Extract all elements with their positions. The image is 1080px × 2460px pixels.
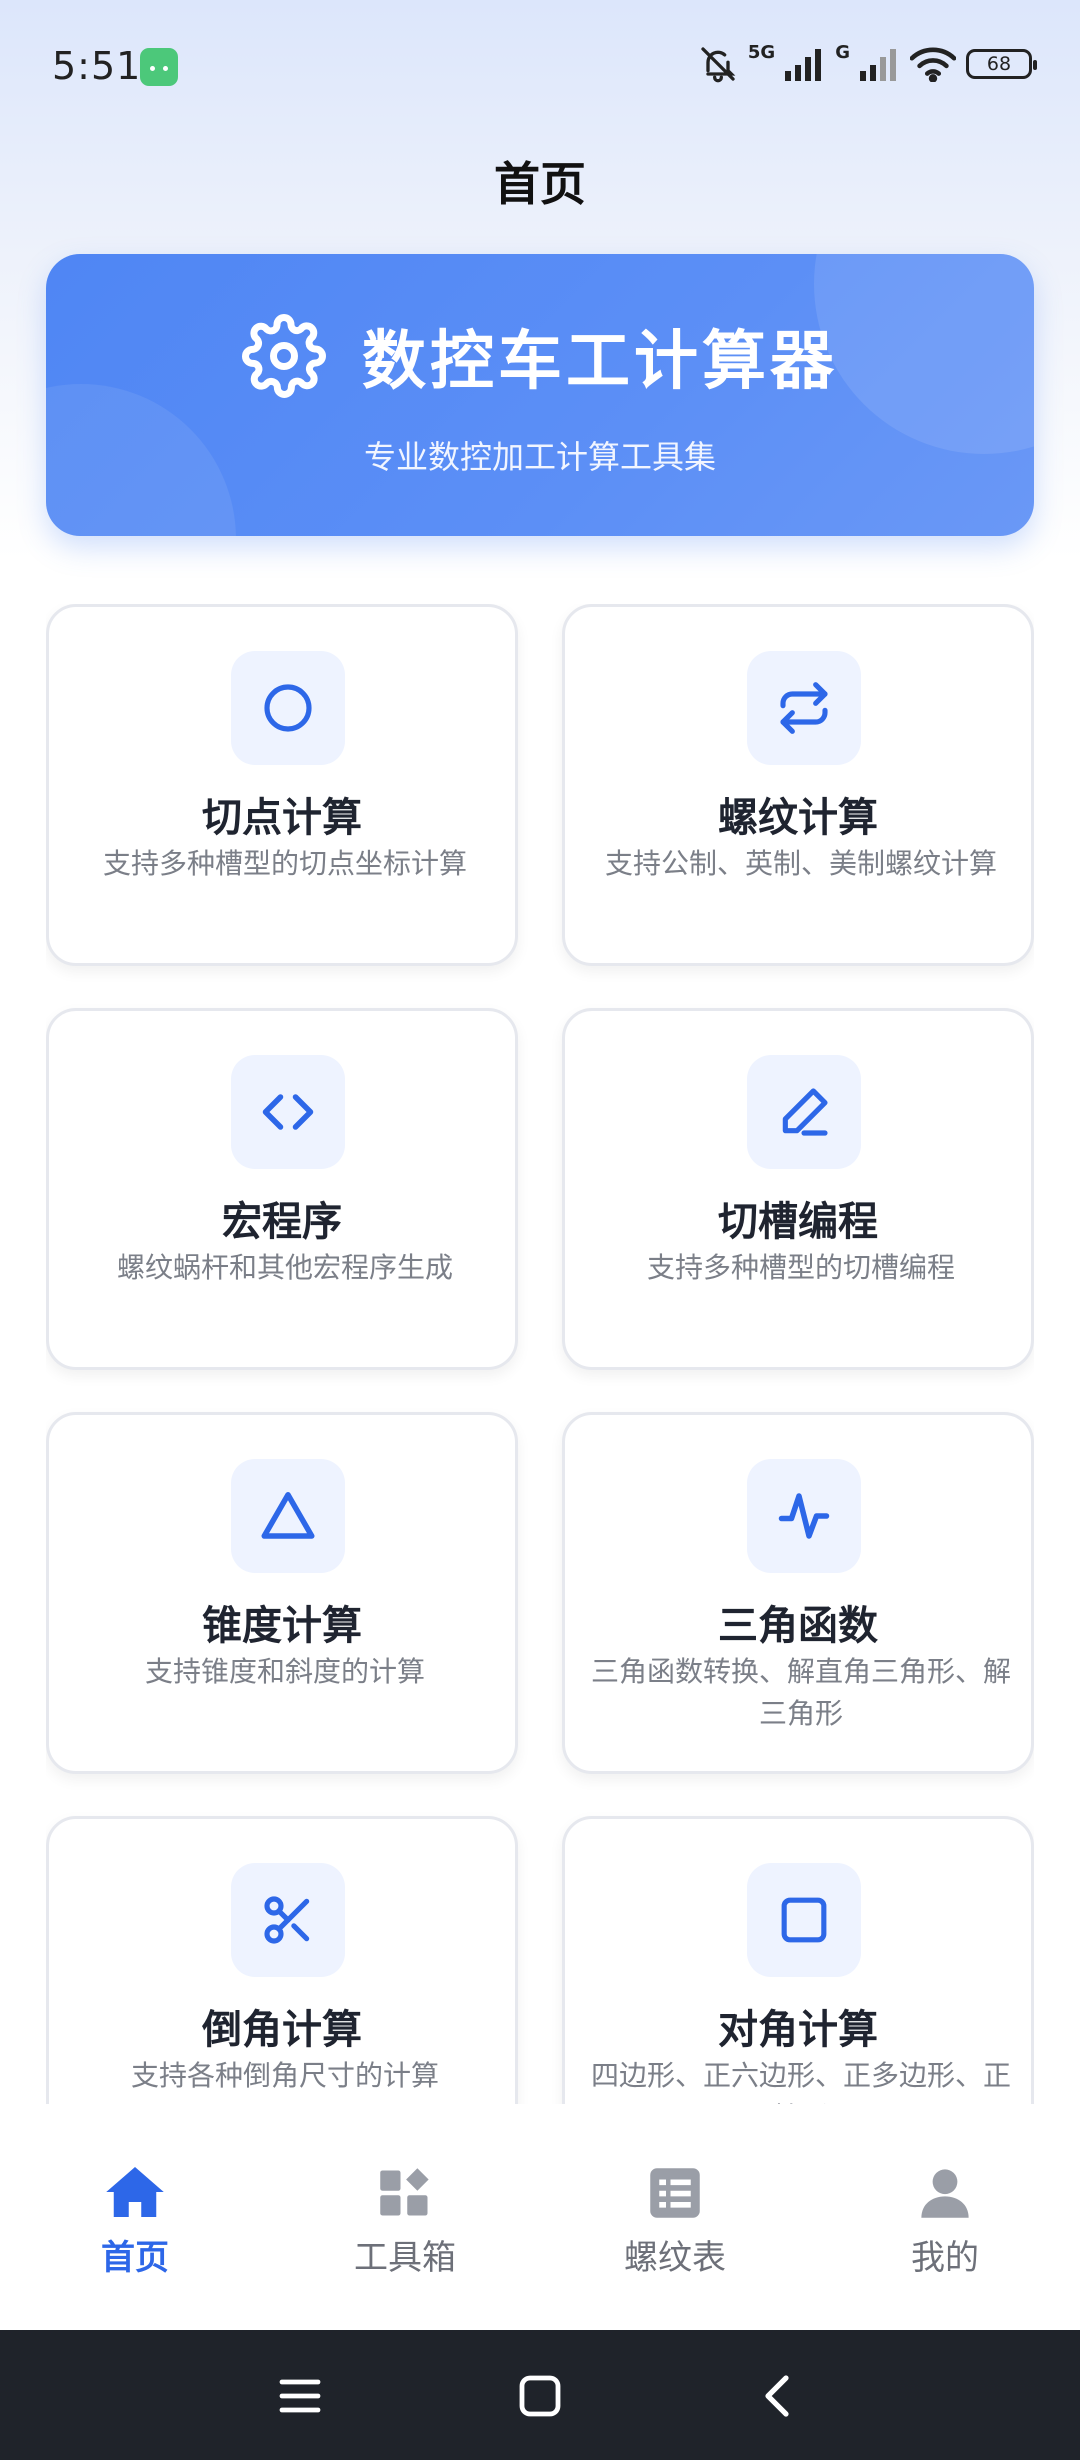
card-title: 切点计算 <box>202 795 362 841</box>
card-desc: 支持公制、英制、美制螺纹计算 <box>604 847 997 880</box>
system-nav-bar <box>0 2330 1080 2460</box>
tab-icon <box>305 2158 505 2220</box>
network-g-label: G <box>835 41 850 63</box>
code-icon <box>262 1094 314 1130</box>
gear-icon <box>242 314 326 398</box>
repeat-arrows-icon <box>780 682 828 734</box>
square-icon <box>781 1897 827 1943</box>
card-icon-box <box>231 651 345 765</box>
card-desc: 支持多种槽型的切槽编程 <box>646 1251 955 1284</box>
tab-icon <box>845 2158 1045 2220</box>
scissors-icon <box>264 1896 310 1944</box>
tab-icon <box>575 2158 775 2220</box>
android-icon <box>140 48 178 86</box>
signal-icon <box>785 49 822 81</box>
back-icon <box>765 2375 789 2417</box>
card-icon-box <box>231 1055 345 1169</box>
card-title: 切槽编程 <box>718 1199 878 1245</box>
list-icon <box>650 2168 700 2218</box>
triangle-icon <box>261 1492 315 1539</box>
bell-muted-icon <box>701 47 736 83</box>
tab-mine[interactable]: 我的 <box>845 2158 1045 2279</box>
status-bar: 5:51 5G G 68 <box>0 0 1080 130</box>
banner-head: 数控车工计算器 <box>46 310 1034 402</box>
card-diagonal-calc[interactable]: 对角计算 四边形、正六边形、正多边形、正棱形 <box>562 1816 1034 2104</box>
menu-icon <box>279 2379 321 2413</box>
circle-icon <box>264 684 312 732</box>
banner-subtitle: 专业数控加工计算工具集 <box>363 438 716 476</box>
tab-label: 我的 <box>911 2238 979 2278</box>
card-title: 对角计算 <box>718 2007 878 2053</box>
card-macro-program[interactable]: 宏程序 螺纹蜗杆和其他宏程序生成 <box>46 1008 518 1370</box>
nav-menu-button[interactable] <box>270 2366 330 2426</box>
tab-label: 螺纹表 <box>624 2238 726 2278</box>
card-tangent-point[interactable]: 切点计算 支持多种槽型的切点坐标计算 <box>46 604 518 966</box>
card-desc: 支持锥度和斜度的计算 <box>144 1655 425 1688</box>
card-trig-functions[interactable]: 三角函数 三角函数转换、解直角三角形、解三角形 <box>562 1412 1034 1774</box>
battery-indicator: 68 <box>966 49 1037 79</box>
card-desc: 支持各种倒角尺寸的计算 <box>130 2059 439 2092</box>
card-icon-box <box>231 1863 345 1977</box>
nav-back-button[interactable] <box>748 2366 808 2426</box>
bottom-tab-bar: 首页 工具箱 螺纹表 我的 <box>0 2104 1080 2330</box>
tab-label: 首页 <box>101 2238 169 2278</box>
card-title: 螺纹计算 <box>718 795 878 841</box>
card-thread-calc[interactable]: 螺纹计算 支持公制、英制、美制螺纹计算 <box>562 604 1034 966</box>
card-icon-box <box>747 1459 861 1573</box>
card-grooving-program[interactable]: 切槽编程 支持多种槽型的切槽编程 <box>562 1008 1034 1370</box>
nav-home-button[interactable] <box>510 2366 570 2426</box>
card-desc: 支持多种槽型的切点坐标计算 <box>102 847 467 880</box>
card-icon-box <box>747 651 861 765</box>
card-icon-box <box>231 1459 345 1573</box>
tab-toolbox[interactable]: 工具箱 <box>305 2158 505 2279</box>
feature-grid: 切点计算 支持多种槽型的切点坐标计算 螺纹计算 支持公制、英制、美制螺纹计算 宏… <box>46 604 1034 2104</box>
tab-thread-table[interactable]: 螺纹表 <box>575 2158 775 2279</box>
card-title: 锥度计算 <box>202 1603 362 1649</box>
card-taper-calc[interactable]: 锥度计算 支持锥度和斜度的计算 <box>46 1412 518 1774</box>
card-title: 三角函数 <box>718 1603 878 1649</box>
home-icon <box>106 2167 164 2217</box>
user-icon <box>921 2169 969 2218</box>
page-title: 首页 <box>494 157 586 211</box>
card-chamfer-calc[interactable]: 倒角计算 支持各种倒角尺寸的计算 <box>46 1816 518 2104</box>
pen-icon <box>782 1088 828 1136</box>
signal-icon-2 <box>860 49 896 81</box>
card-icon-box <box>747 1863 861 1977</box>
card-desc: 螺纹蜗杆和其他宏程序生成 <box>116 1251 453 1284</box>
toolbox-icon <box>380 2168 429 2216</box>
tab-label: 工具箱 <box>354 2238 456 2278</box>
network-5g-label: 5G <box>747 41 776 63</box>
wifi-icon <box>910 47 956 82</box>
app-banner: 数控车工计算器 专业数控加工计算工具集 <box>46 254 1034 536</box>
home-square-icon <box>519 2375 561 2417</box>
banner-title: 数控车工计算器 <box>362 325 838 399</box>
card-title: 宏程序 <box>222 1199 342 1245</box>
card-desc: 三角函数转换、解直角三角形、解三角形 <box>590 1655 1011 1730</box>
status-time: 5:51 <box>52 44 142 88</box>
tab-icon <box>35 2158 235 2220</box>
status-icons: 5G G 68 <box>698 41 1037 86</box>
pulse-icon <box>778 1493 830 1539</box>
card-title: 倒角计算 <box>202 2007 362 2053</box>
card-desc: 四边形、正六边形、正多边形、正棱形 <box>590 2059 1011 2104</box>
card-icon-box <box>747 1055 861 1169</box>
tab-home[interactable]: 首页 <box>35 2158 235 2279</box>
